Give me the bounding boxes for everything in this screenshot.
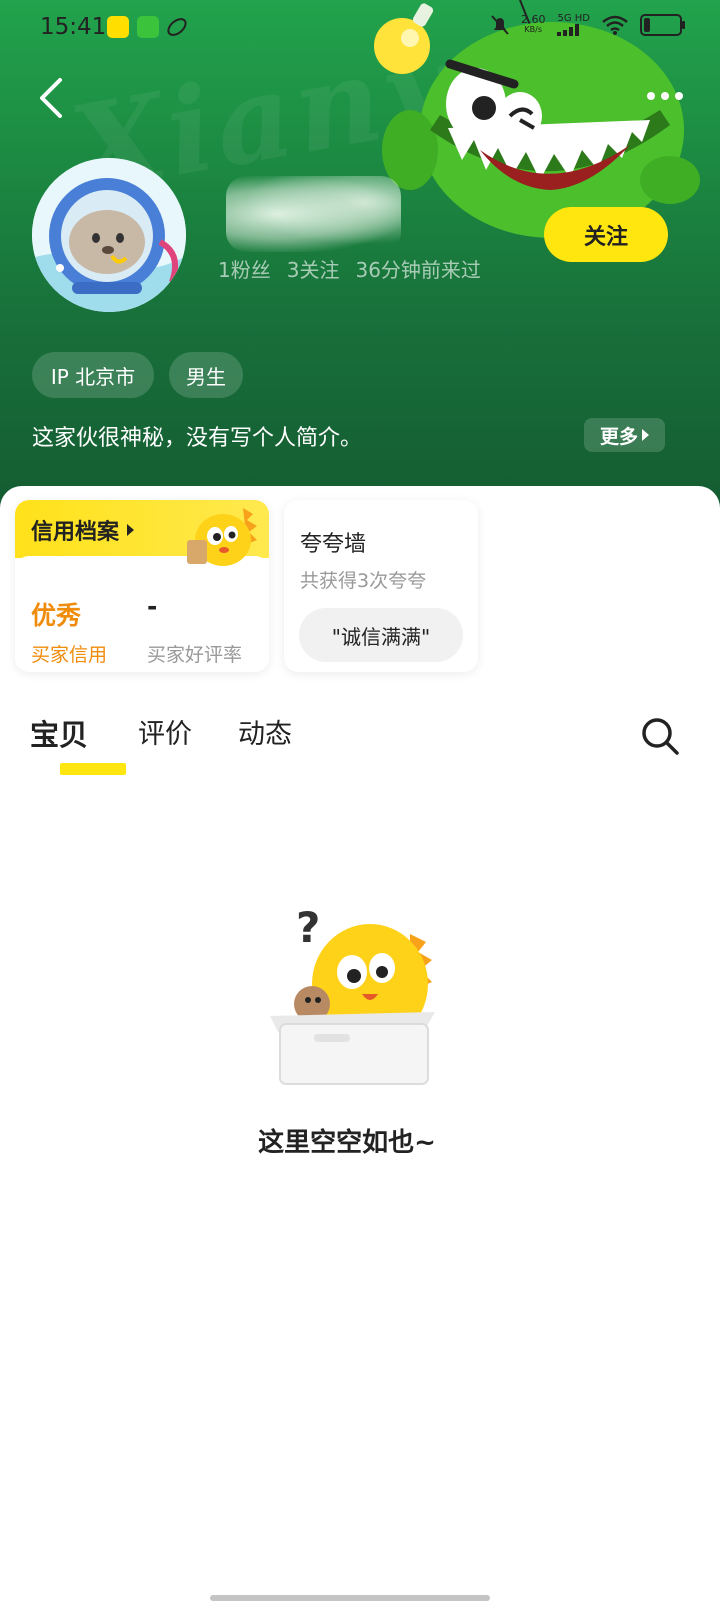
last-seen: 36分钟前来过: [355, 258, 481, 282]
follow-button[interactable]: 关注: [544, 207, 668, 262]
bio-more-label: 更多: [599, 425, 638, 448]
buyer-rating-label: 买家好评率: [147, 644, 243, 666]
bio-text: 这家伙很神秘，没有写个人简介。: [32, 426, 363, 451]
praise-wall-card[interactable]: 夸夸墙 共获得3次夸夸 "诚信满满": [284, 500, 478, 672]
mute-bell-icon: [491, 15, 509, 35]
profile-tabs: 宝贝 评价 动态: [0, 696, 720, 775]
status-bar: 15:41 2.60 KB/s 5G HD: [0, 0, 720, 56]
more-options-icon[interactable]: [640, 80, 690, 112]
profile-header: Xianyu 15:41 2.60 KB/s 5G HD 1粉丝 3关注 36分…: [0, 0, 720, 530]
fish-mascot-icon: [187, 508, 257, 566]
battery-fill: [644, 18, 650, 32]
buyer-rating-value: -: [147, 592, 158, 621]
empty-box-fish-illustration: ?: [270, 903, 435, 1085]
praise-count: 共获得3次夸夸: [300, 570, 427, 592]
network-speed: 2.60 KB/s: [520, 13, 546, 34]
search-icon[interactable]: [640, 716, 680, 756]
svg-text:?: ?: [296, 903, 320, 952]
network-type: 5G HD: [557, 14, 590, 36]
gender-tag: 男生: [169, 352, 243, 398]
leaf-app-icon: [167, 18, 187, 36]
status-right: 2.60 KB/s 5G HD: [491, 13, 685, 36]
triangle-right-icon: [642, 429, 649, 441]
buyer-credit-value: 优秀: [31, 601, 82, 630]
praise-wall-title: 夸夸墙: [300, 532, 367, 557]
tab-activity[interactable]: 动态: [238, 712, 292, 751]
profile-stats: 1粉丝 3关注 36分钟前来过: [218, 254, 481, 283]
bio-more-button[interactable]: 更多: [584, 418, 665, 452]
home-indicator[interactable]: [210, 1595, 490, 1601]
notification-app-icon: [137, 16, 159, 38]
fans-count[interactable]: 1粉丝: [218, 254, 271, 283]
notification-app-icon: [107, 16, 129, 38]
status-time: 15:41: [40, 14, 107, 40]
tab-items[interactable]: 宝贝: [30, 712, 126, 775]
tab-reviews[interactable]: 评价: [138, 712, 192, 751]
back-arrow-icon[interactable]: [30, 72, 76, 124]
tab-active-underline: [60, 763, 126, 775]
credit-title: 信用档案: [31, 514, 135, 546]
praise-chip: "诚信满满": [299, 608, 463, 662]
empty-state-text: 这里空空如也~: [258, 1128, 436, 1158]
follows-count[interactable]: 3关注: [287, 254, 340, 283]
battery-icon: [640, 14, 685, 36]
nickname-redacted: [226, 176, 401, 252]
ip-location-tag: IP 北京市: [32, 352, 154, 398]
content-panel: 信用档案 优秀 买家信用 - 买家好评率 夸夸墙 共获得3次夸夸 "诚信满满" …: [0, 486, 720, 1612]
avatar[interactable]: [32, 158, 186, 312]
wifi-icon: [602, 15, 628, 35]
credit-card[interactable]: 信用档案 优秀 买家信用 - 买家好评率: [15, 500, 269, 672]
buyer-credit-label: 买家信用: [31, 644, 108, 666]
seal-astronaut-avatar: [32, 158, 186, 312]
signal-icon: [557, 24, 580, 36]
triangle-right-icon: [127, 524, 135, 536]
